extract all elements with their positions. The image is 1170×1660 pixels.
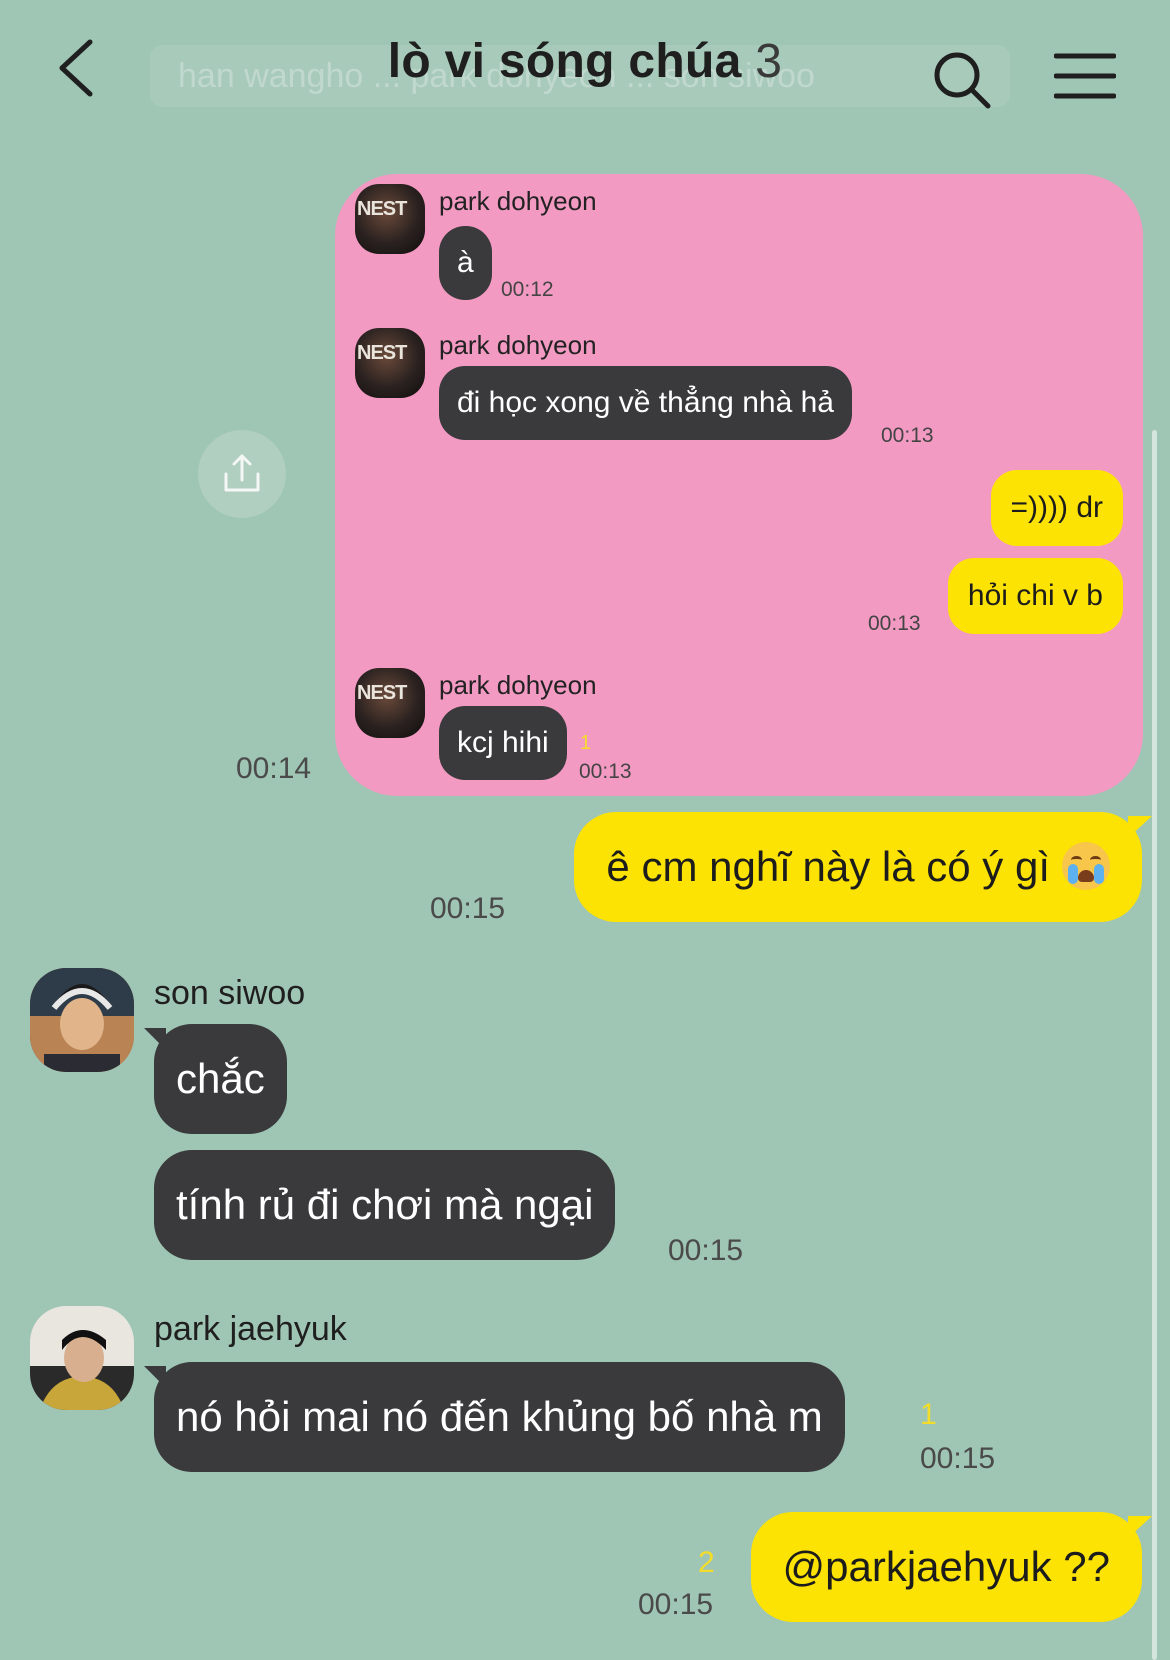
bubble-tail [1128, 1516, 1152, 1538]
message-time: 00:15 [430, 892, 506, 925]
avatar-logo-text: NEST [357, 342, 407, 364]
hamburger-menu-icon[interactable] [1054, 52, 1116, 100]
message-time: 00:13 [868, 612, 921, 635]
message-bubble[interactable]: đi học xong về thẳng nhà hả [439, 366, 852, 440]
avatar[interactable] [30, 968, 134, 1072]
message-time: 00:15 [668, 1234, 744, 1267]
shared-messages-card[interactable]: NEST park dohyeon à 00:12 NEST park dohy… [335, 174, 1143, 796]
chat-title-text: lò vi sóng chúa [387, 35, 742, 88]
avatar-logo-text: NEST [357, 682, 407, 704]
message-bubble[interactable]: =)))) dr [990, 470, 1123, 546]
avatar-logo-text: NEST [357, 198, 407, 220]
message-time: 00:15 [638, 1588, 714, 1621]
avatar-photo [30, 1306, 134, 1410]
chat-title: lò vi sóng chúa 3 [0, 34, 1170, 89]
sender-name: park dohyeon [439, 670, 597, 700]
avatar[interactable] [30, 1306, 134, 1410]
avatar[interactable]: NEST [355, 184, 425, 254]
scrollbar[interactable] [1152, 430, 1157, 1660]
avatar[interactable]: NEST [355, 328, 425, 398]
avatar-photo [30, 968, 134, 1072]
message-time: 00:13 [881, 424, 934, 447]
shared-card-time: 00:14 [236, 752, 312, 785]
message-bubble[interactable]: @parkjaehyuk ?? [750, 1512, 1142, 1622]
sender-name: park dohyeon [439, 330, 597, 360]
share-upload-icon [224, 454, 260, 492]
chat-header: han wangho ... park dohyeon ... son siwo… [0, 0, 1170, 150]
unread-count: 1 [920, 1398, 937, 1431]
crying-face-emoji [1062, 841, 1110, 890]
message-bubble[interactable]: chắc [154, 1024, 287, 1134]
message-time: 00:15 [920, 1442, 996, 1475]
message-bubble[interactable]: kcj hihi [439, 706, 567, 780]
sender-name: park dohyeon [439, 186, 597, 216]
message-bubble[interactable]: tính rủ đi chơi mà ngại [154, 1150, 616, 1260]
message-bubble[interactable]: à [439, 226, 492, 300]
unread-count: 2 [698, 1546, 715, 1579]
sender-name: son siwoo [154, 974, 306, 1012]
bubble-tail [1128, 816, 1152, 838]
member-count: 3 [755, 35, 783, 88]
search-icon[interactable] [932, 50, 992, 110]
sender-name: park jaehyuk [154, 1310, 347, 1348]
share-button[interactable] [198, 430, 286, 518]
unread-count: 1 [580, 732, 592, 754]
message-bubble[interactable]: hỏi chi v b [947, 558, 1123, 634]
message-time: 00:12 [501, 278, 554, 301]
message-bubble[interactable]: nó hỏi mai nó đến khủng bố nhà m [154, 1362, 845, 1472]
message-text: ê cm nghĩ này là có ý gì [606, 843, 1050, 890]
avatar[interactable]: NEST [355, 668, 425, 738]
message-time: 00:13 [579, 760, 632, 783]
message-bubble[interactable]: ê cm nghĩ này là có ý gì [574, 812, 1142, 922]
